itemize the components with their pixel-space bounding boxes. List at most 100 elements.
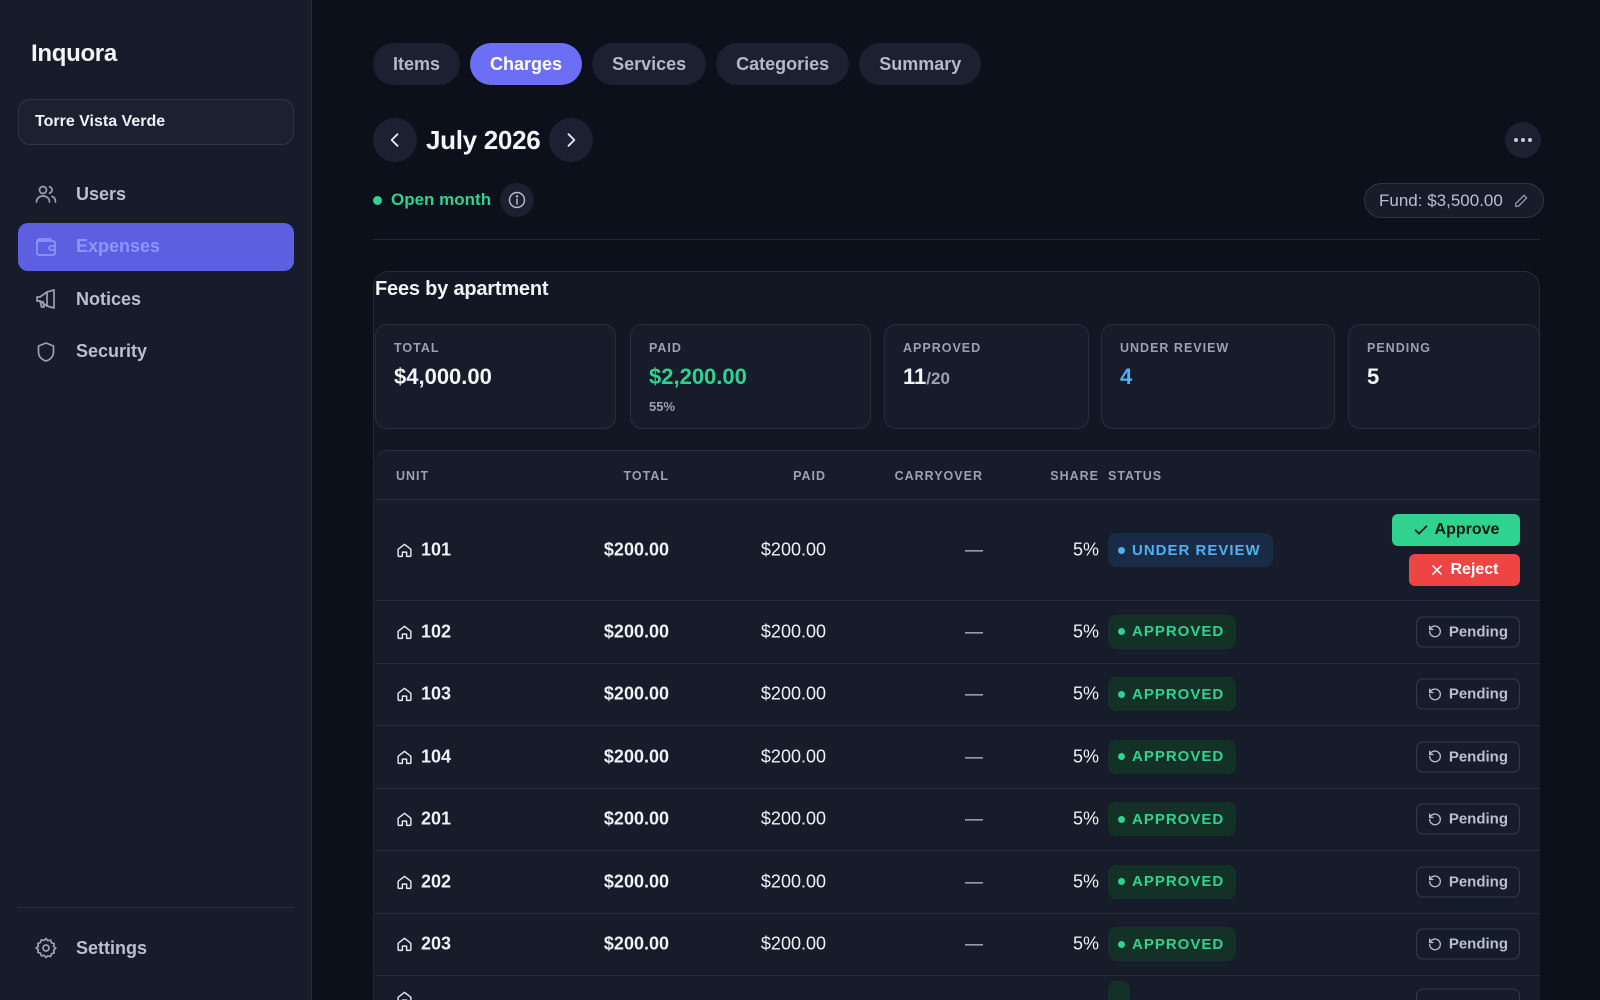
sidebar: Inquora Torre Vista Verde Users Expenses… — [0, 0, 312, 1000]
tab-categories[interactable]: Categories — [716, 43, 850, 85]
reject-button[interactable]: Reject — [1409, 554, 1520, 586]
tab-charges[interactable]: Charges — [470, 43, 583, 85]
stat-pending: PENDING 5 — [1348, 324, 1540, 429]
stat-label: APPROVED — [903, 341, 982, 355]
approved-total: /20 — [926, 369, 950, 388]
status-badge: APPROVED — [1108, 614, 1237, 649]
mark-pending-button[interactable]: Pending — [1415, 616, 1520, 648]
status-badge: APPROVED — [1108, 677, 1237, 712]
month-status: Open month — [373, 183, 535, 217]
share-cell: 5% — [1072, 621, 1099, 642]
home-icon — [397, 687, 412, 702]
paid-cell: $200.00 — [760, 933, 826, 954]
sidebar-item-expenses[interactable]: Expenses — [18, 222, 294, 271]
status-label: APPROVED — [1132, 685, 1225, 703]
carryover-cell: — — [965, 539, 983, 560]
home-icon — [397, 937, 412, 952]
column-share: SHARE — [1050, 469, 1099, 483]
pending-label: Pending — [1448, 810, 1508, 828]
brand-logo: Inquora — [31, 40, 117, 67]
total-cell: $200.00 — [603, 871, 669, 892]
fund-button[interactable]: Fund: $3,500.00 — [1364, 183, 1544, 218]
info-button[interactable] — [500, 183, 535, 217]
column-unit: UNIT — [396, 469, 430, 483]
undo-icon — [1428, 813, 1441, 826]
chevron-left-icon — [390, 133, 399, 147]
unit-cell: 201 — [396, 809, 451, 830]
undo-icon — [1428, 750, 1441, 763]
table-row: 104 $200.00 $200.00 — 5% APPROVED Pendin… — [375, 726, 1540, 789]
building-selector[interactable]: Torre Vista Verde — [18, 99, 294, 145]
home-icon — [397, 625, 412, 639]
tab-items[interactable]: Items — [373, 43, 461, 85]
carryover-cell: — — [965, 621, 983, 642]
unit-cell: 102 — [396, 621, 451, 642]
stat-approved: APPROVED 11/20 — [884, 324, 1089, 429]
paid-cell: $200.00 — [760, 871, 826, 892]
status-label: APPROVED — [1132, 873, 1225, 891]
status-label: APPROVED — [1132, 623, 1225, 641]
sidebar-item-label: Security — [76, 341, 148, 361]
mark-pending-button[interactable]: Pending — [1415, 678, 1520, 710]
sidebar-item-users[interactable]: Users — [18, 170, 294, 218]
fund-label: Fund: $3,500.00 — [1379, 190, 1503, 210]
total-cell: $200.00 — [603, 539, 669, 560]
chevron-right-icon — [567, 133, 576, 147]
month-status-label: Open month — [391, 190, 492, 209]
tab-summary[interactable]: Summary — [859, 43, 982, 85]
paid-cell: $200.00 — [760, 808, 826, 829]
table-row: 101 $200.00 $200.00 — 5% UNDER REVIEW Ap… — [375, 500, 1540, 601]
status-badge — [1108, 981, 1130, 1000]
mark-pending-button[interactable]: Pending — [1415, 803, 1520, 835]
sidebar-divider — [18, 907, 294, 908]
next-month-button[interactable] — [549, 118, 594, 162]
status-badge: APPROVED — [1108, 802, 1237, 837]
header-divider — [373, 239, 1540, 240]
more-options-button[interactable] — [1505, 122, 1541, 158]
sidebar-item-security[interactable]: Security — [18, 328, 294, 376]
approved-count: 11 — [903, 364, 927, 389]
sidebar-item-settings[interactable]: Settings — [18, 924, 294, 972]
sidebar-nav: Users Expenses Notices Security — [18, 170, 294, 380]
paid-cell: $200.00 — [760, 539, 826, 560]
fees-panel: Fees by apartment TOTAL $4,000.00 PAID $… — [373, 271, 1540, 1000]
mark-pending-button[interactable] — [1416, 988, 1520, 1000]
status-badge: APPROVED — [1108, 927, 1237, 962]
share-cell: 5% — [1072, 808, 1099, 829]
paid-cell: $200.00 — [760, 621, 826, 642]
close-icon — [1432, 565, 1443, 575]
share-cell: 5% — [1072, 871, 1099, 892]
home-icon — [397, 812, 412, 827]
pending-label: Pending — [1448, 623, 1508, 641]
table-row: 102 $200.00 $200.00 — 5% APPROVED Pendin… — [375, 601, 1540, 664]
total-cell: $200.00 — [603, 683, 669, 704]
shield-icon — [34, 340, 58, 364]
share-cell: 5% — [1072, 539, 1099, 560]
unit-number: 101 — [421, 539, 452, 560]
tab-services[interactable]: Services — [592, 43, 707, 85]
stat-value: 11/20 — [903, 364, 1070, 390]
users-icon — [34, 182, 58, 206]
status-label: APPROVED — [1132, 810, 1225, 828]
unit-cell: 203 — [396, 934, 451, 955]
mark-pending-button[interactable]: Pending — [1415, 741, 1520, 773]
pencil-icon — [1514, 194, 1528, 207]
total-cell: $200.00 — [603, 621, 669, 642]
table-row: 202 $200.00 $200.00 — 5% APPROVED Pendin… — [375, 851, 1540, 914]
sidebar-item-notices[interactable]: Notices — [18, 275, 294, 323]
approve-button[interactable]: Approve — [1392, 514, 1520, 546]
stat-label: PAID — [649, 341, 682, 355]
paid-cell: $200.00 — [760, 746, 826, 767]
undo-icon — [1428, 688, 1441, 701]
month-title: July 2026 — [426, 124, 541, 155]
stat-value: $2,200.00 — [649, 364, 747, 389]
status-label: UNDER REVIEW — [1132, 541, 1261, 559]
more-horizontal-icon — [1514, 138, 1532, 142]
mark-pending-button[interactable]: Pending — [1415, 866, 1520, 898]
previous-month-button[interactable] — [373, 118, 417, 162]
total-cell: $200.00 — [603, 933, 669, 954]
status-dot — [1118, 690, 1125, 698]
status-dot — [373, 195, 382, 205]
stat-value: 4 — [1120, 364, 1133, 389]
mark-pending-button[interactable]: Pending — [1415, 928, 1520, 960]
